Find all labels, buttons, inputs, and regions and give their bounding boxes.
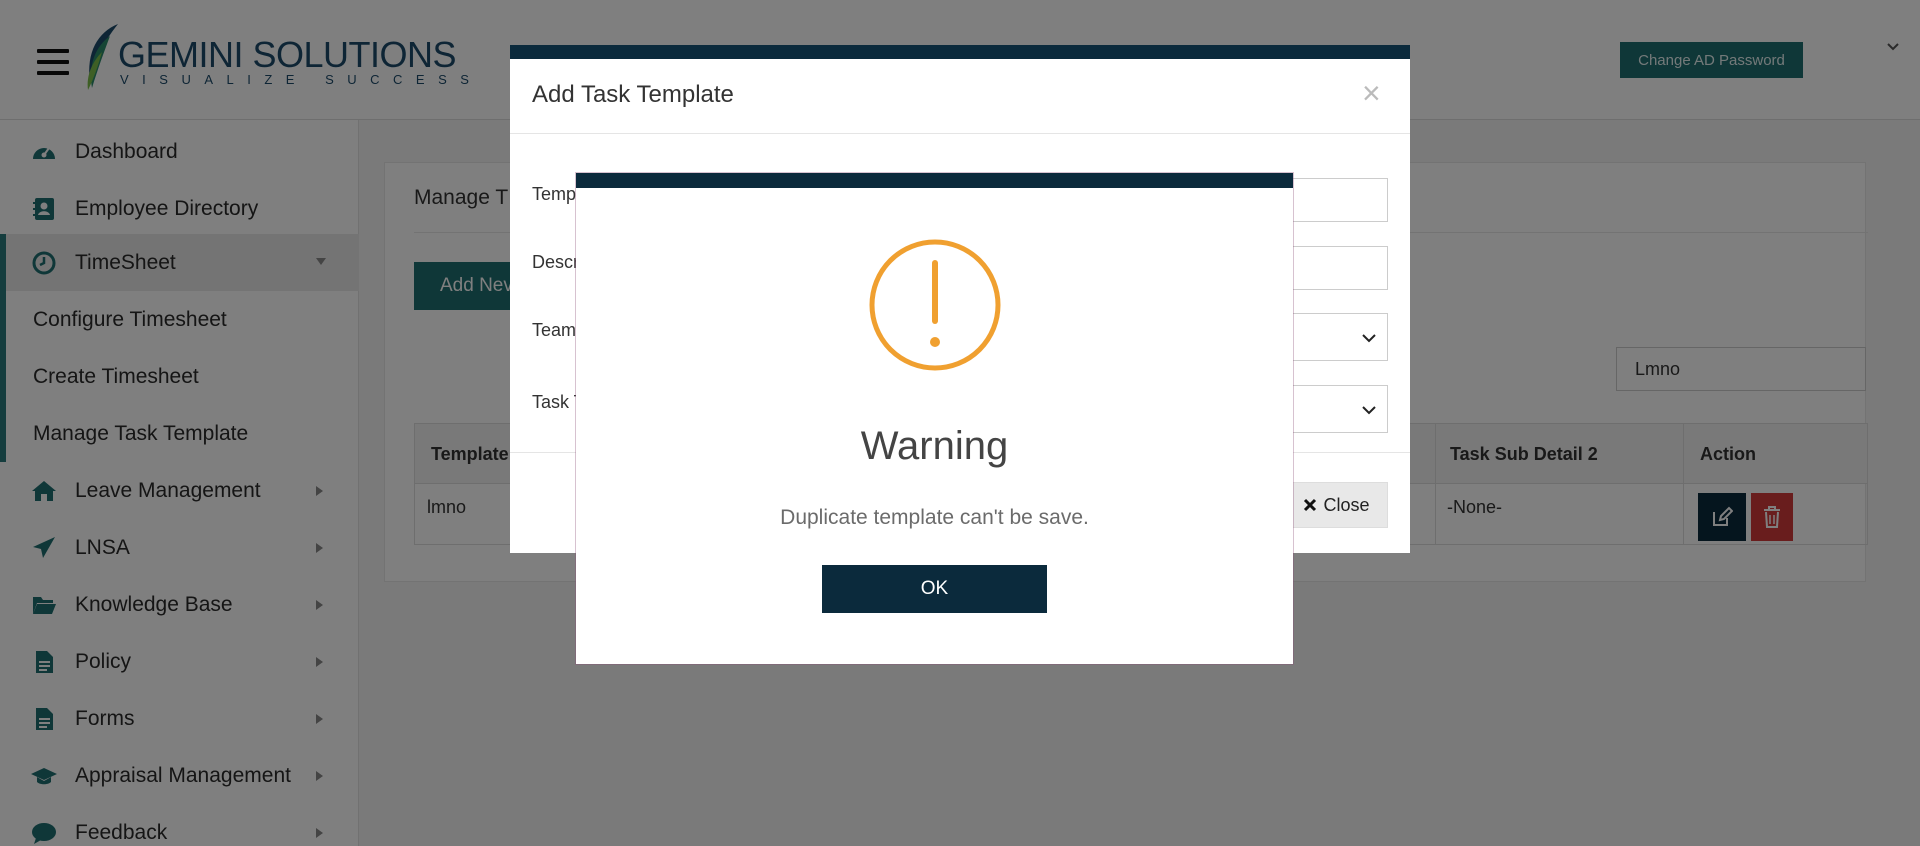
team-label: Team xyxy=(532,320,577,340)
close-icon xyxy=(1304,498,1317,512)
description-label: Descr xyxy=(532,252,580,272)
template-name-label: Temp xyxy=(532,184,577,204)
divider xyxy=(510,133,1410,134)
close-button-label: Close xyxy=(1323,494,1370,515)
close-button[interactable]: Close xyxy=(1285,482,1388,528)
ok-button[interactable]: OK xyxy=(822,565,1047,613)
chevron-down-icon xyxy=(1362,406,1376,415)
warning-title: Warning xyxy=(860,424,1009,468)
modal-title: Add Task Template xyxy=(532,81,734,108)
warning-exclamation-icon xyxy=(869,239,1001,371)
warning-dialog: Warning Duplicate template can't be save… xyxy=(576,173,1293,664)
warning-message: Duplicate template can't be save. xyxy=(780,506,1089,529)
chevron-down-icon xyxy=(1362,334,1376,343)
close-icon[interactable]: × xyxy=(1362,77,1381,109)
